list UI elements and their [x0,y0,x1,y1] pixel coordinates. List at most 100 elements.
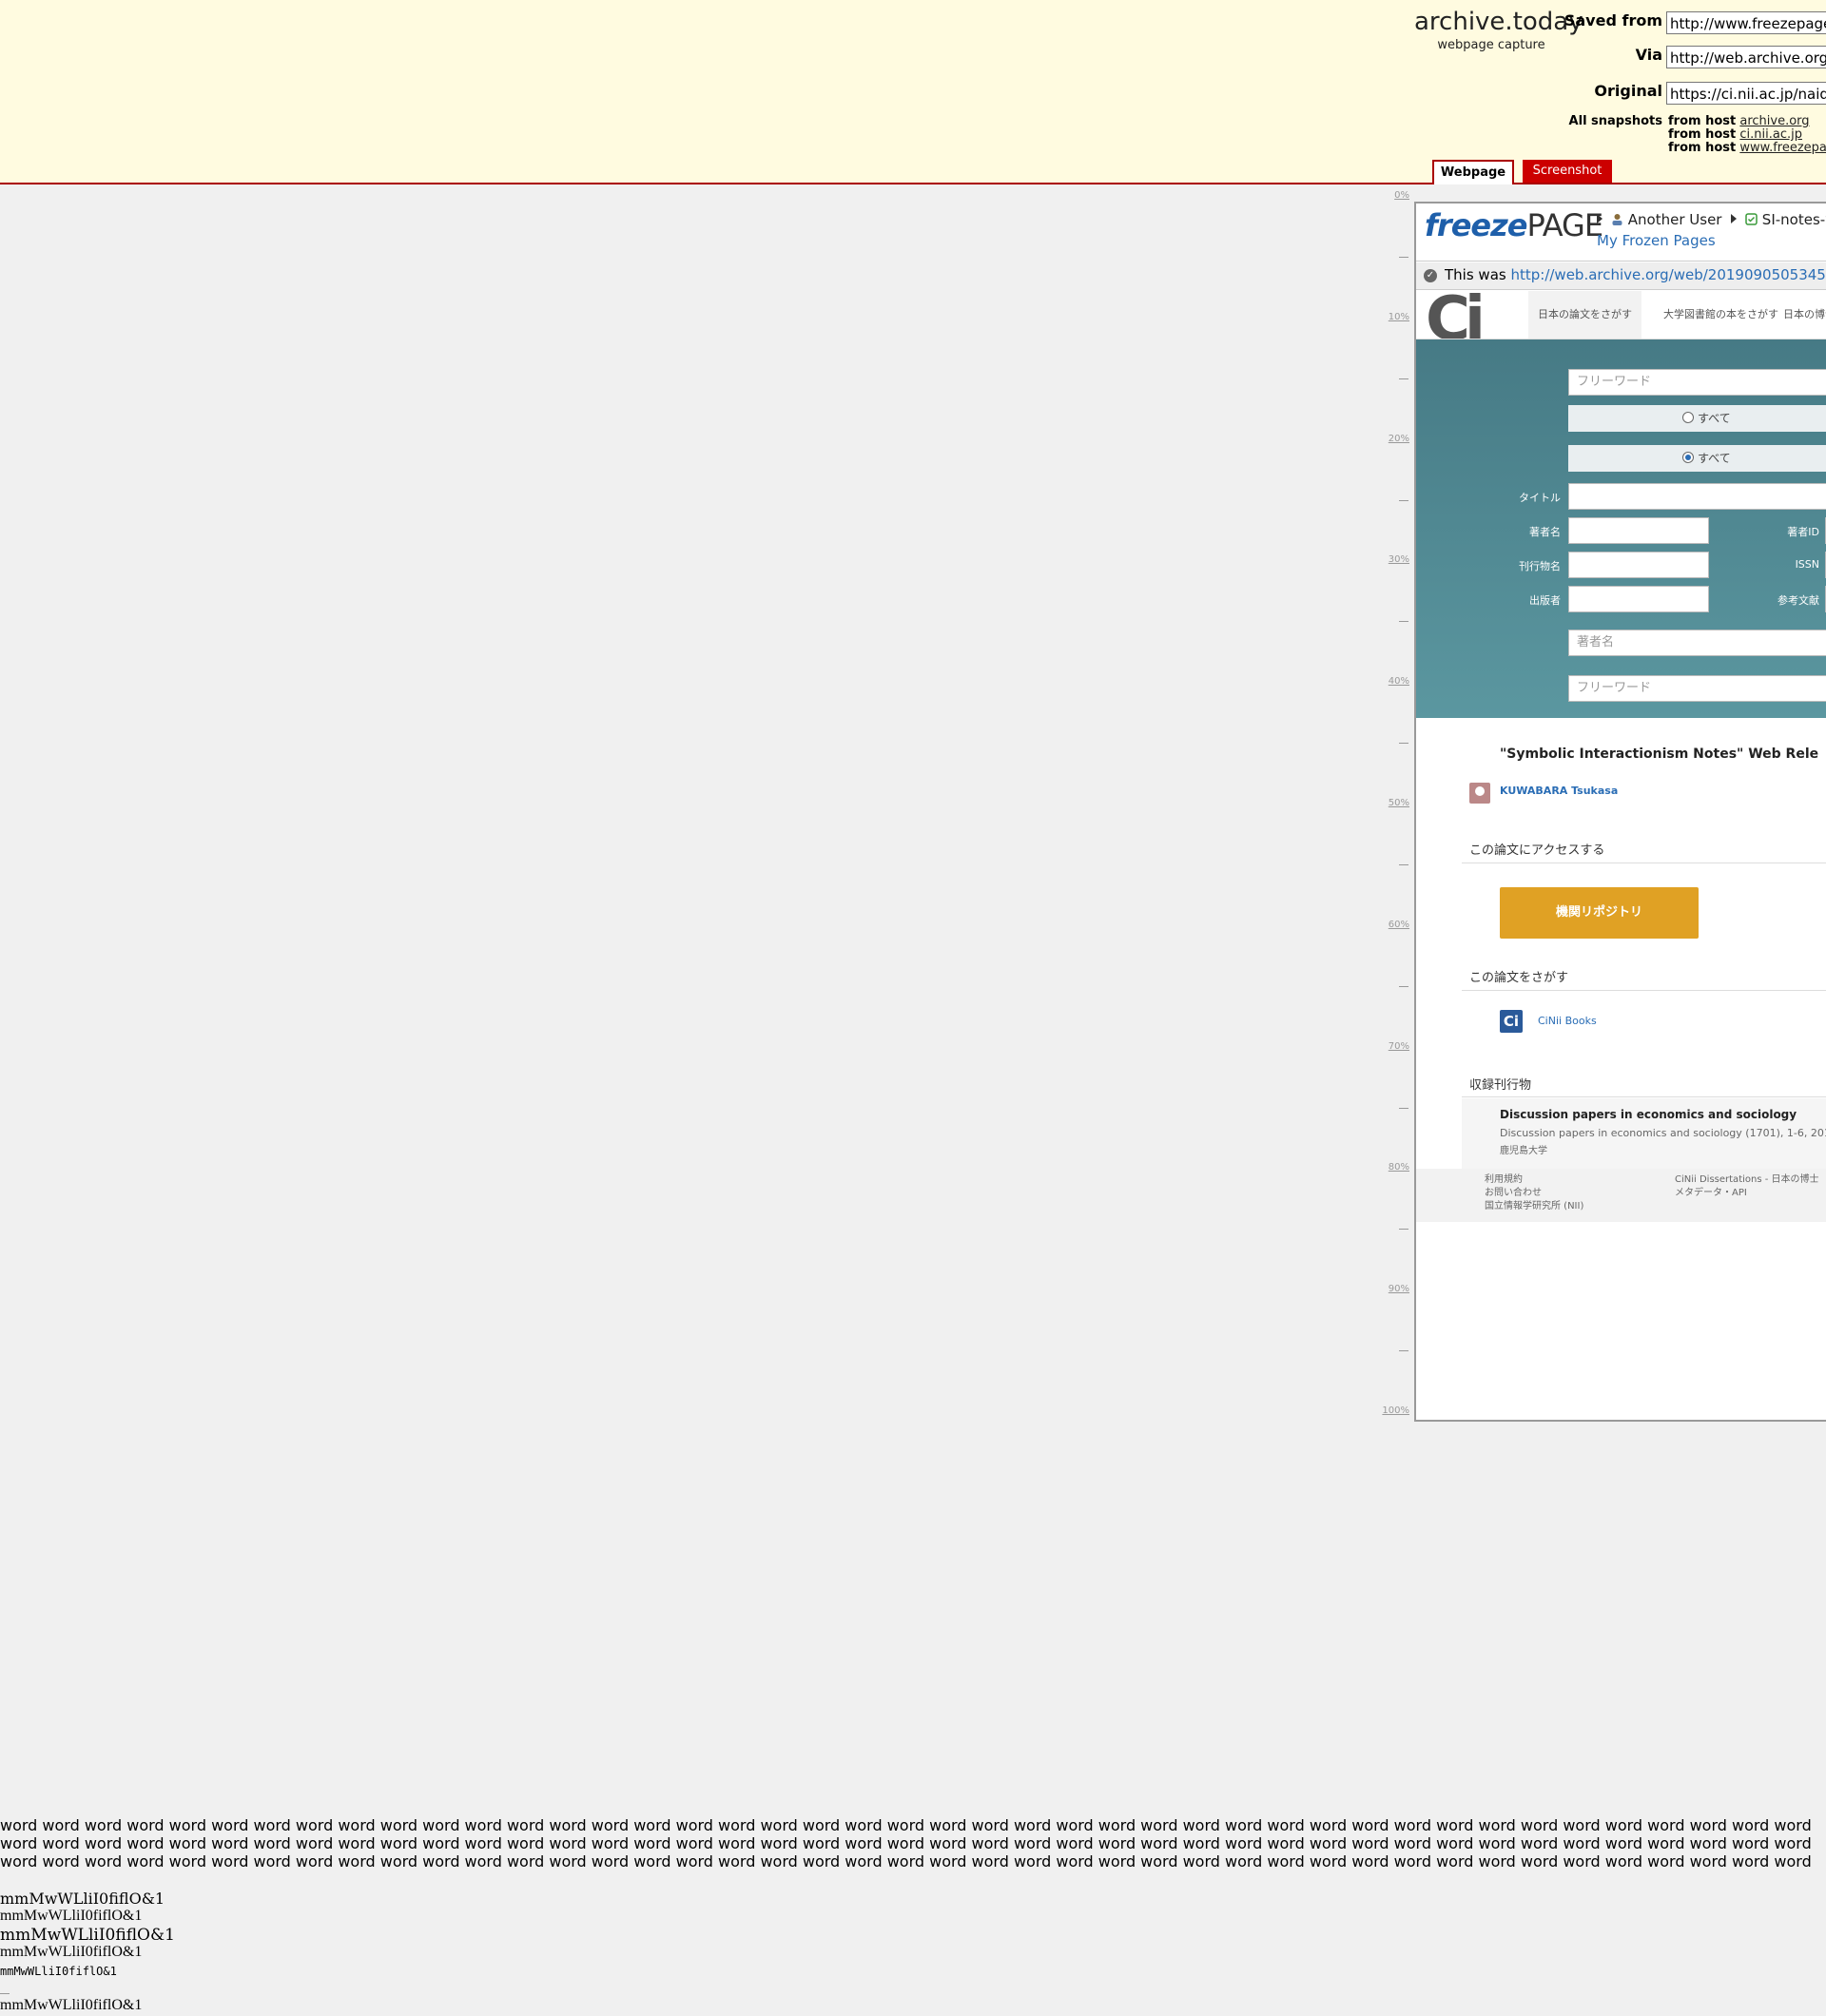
crumb-user[interactable]: Another User [1628,211,1722,228]
ruler-mark[interactable]: 0% [1370,190,1409,201]
article-content: "Symbolic Interactionism Notes" Web Rele… [1416,718,1826,1420]
publisher-label: 出版者 [1529,594,1561,607]
divider [1462,990,1826,991]
this-was-link[interactable]: http://web.archive.org/web/2019090505345… [1510,266,1826,283]
freeword-input[interactable]: フリーワード [1568,369,1826,396]
divider [1462,1096,1826,1097]
cinii-logo[interactable]: Ci [1416,291,1530,339]
snapshot-row: from host archive.org [1668,114,1810,128]
nav-tab-articles[interactable]: 日本の論文をさがす [1528,291,1641,339]
ruler-mark[interactable]: 50% [1370,798,1409,808]
author-label: 著者名 [1529,526,1561,538]
font-test-line: mmMwWLliI0fiflO&1 [0,1944,143,1960]
journal-meta: Discussion papers in economics and socio… [1500,1127,1826,1139]
font-test-line: mmMwWLliI0fiflO&1 [0,1997,143,2013]
ruler-mark[interactable]: 80% [1370,1162,1409,1173]
via-field[interactable]: http://web.archive.org/web/ [1666,46,1826,68]
ruler-mark[interactable]: 30% [1370,554,1409,565]
refs-label: 参考文献 [1777,594,1819,607]
title-label: タイトル [1519,492,1561,504]
radio-label: すべて [1698,452,1731,465]
snapshot-host-link[interactable]: www.freezepage [1739,141,1826,155]
nav-tab-books[interactable]: 大学図書館の本をさがす [1654,291,1788,339]
snapshot-prefix: from host [1668,141,1737,155]
snapshot-row: from host ci.nii.ac.jp [1668,127,1802,142]
via-label: Via [1635,46,1662,64]
ruler-mark[interactable]: 10% [1370,312,1409,322]
cinii-nav: Ci 日本の論文をさがす 大学図書館の本をさがす 日本の博士論文 [1416,291,1826,339]
search-panel: フリーワード すべて すべて タイトル 著者名 著者ID 刊行物名 ISSN 出… [1416,339,1826,718]
radio-row: すべて [1568,445,1826,472]
archive-title[interactable]: archive.today [1414,8,1583,36]
footer-api-link[interactable]: メタデータ・API [1675,1184,1747,1198]
footer-contact-link[interactable]: お問い合わせ [1485,1184,1542,1198]
title-input[interactable] [1568,483,1826,510]
crumb-page[interactable]: SI-notes-w [1762,211,1826,228]
my-frozen-pages-link[interactable]: My Frozen Pages [1597,232,1716,249]
journal-label: 刊行物名 [1519,560,1561,572]
ruler-tick [1399,256,1408,258]
divider [0,1993,10,1994]
freezepage-logo-freeze: freeze [1425,207,1527,243]
snapshot-prefix: from host [1668,114,1737,128]
snapshot-host-link[interactable]: ci.nii.ac.jp [1739,127,1802,142]
archive-header: archive.today webpage capture Saved from… [0,0,1826,184]
cinii-books-link[interactable]: CiNii Books [1538,1015,1597,1027]
snapshot-host-link[interactable]: archive.org [1739,114,1809,128]
word-paragraph: word word word word word word word word … [0,1816,1812,1873]
saved-from-field[interactable]: http://www.freezepage.com [1666,11,1826,34]
ruler-mark[interactable]: 70% [1370,1041,1409,1052]
user-icon [1612,214,1622,225]
captured-page-frame: freezePAGE Another User SI-notes-w My Fr… [1414,202,1826,1422]
radio-button[interactable] [1682,412,1694,423]
freezepage-breadcrumb: Another User SI-notes-w [1597,211,1826,228]
avatar [1469,783,1490,804]
this-was-text: This was http://web.archive.org/web/2019… [1445,266,1826,283]
footer-terms-link[interactable]: 利用規約 [1485,1171,1523,1185]
tab-webpage[interactable]: Webpage [1432,160,1514,184]
repository-button[interactable]: 機関リポジトリ [1500,887,1699,939]
journal-publisher: 鹿児島大学 [1500,1146,1547,1156]
issn-label: ISSN [1795,558,1819,571]
ruler-mark[interactable]: 60% [1370,920,1409,930]
all-snapshots-label: All snapshots [1568,114,1662,128]
font-test-line: mmMwWLliI0fiflO&1 [0,1890,165,1908]
ruler-tick [1399,743,1408,745]
ruler-mark[interactable]: 100% [1370,1405,1409,1416]
author-input[interactable] [1568,517,1709,544]
cinii-logo-text: Ci [1426,291,1486,339]
ruler-tick [1399,1107,1408,1109]
journal-title[interactable]: Discussion papers in economics and socio… [1500,1108,1797,1121]
original-field[interactable]: https://ci.nii.ac.jp/naid/12 [1666,82,1826,105]
access-heading: この論文にアクセスする [1469,843,1605,858]
archive-brand[interactable]: archive.today webpage capture [1414,8,1583,52]
radio-button-selected[interactable] [1682,452,1694,463]
saved-from-label: Saved from [1564,11,1662,29]
freezepage-logo[interactable]: freezePAGE [1425,207,1603,243]
cinii-footer: 利用規約 お問い合わせ 国立情報学研究所 (NII) CiNii Dissert… [1416,1169,1826,1222]
chevron-right-icon [1597,214,1603,223]
author-search-input[interactable]: 著者名 [1568,630,1826,656]
footer-dissertations-link[interactable]: CiNii Dissertations - 日本の博士 [1675,1171,1819,1185]
journal-input[interactable] [1568,552,1709,578]
publisher-input[interactable] [1568,586,1709,612]
ruler-mark[interactable]: 40% [1370,676,1409,687]
ruler-tick [1399,499,1408,501]
original-label: Original [1594,82,1662,100]
ruler-tick [1399,985,1408,987]
font-test-line: mmMwWLliI0fiflO&1 [0,1965,117,1978]
author-link[interactable]: KUWABARA Tsukasa [1500,785,1618,797]
tab-screenshot[interactable]: Screenshot [1523,160,1612,183]
radio-row: すべて [1568,405,1826,432]
ruler-tick [1399,863,1408,865]
footer-nii-link[interactable]: 国立情報学研究所 (NII) [1485,1197,1583,1212]
freeword2-input[interactable]: フリーワード [1568,675,1826,702]
journal-card[interactable]: Discussion papers in economics and socio… [1462,1098,1826,1169]
paper-title: "Symbolic Interactionism Notes" Web Rele [1500,746,1819,762]
ruler-mark[interactable]: 90% [1370,1284,1409,1294]
cinii-books-icon[interactable]: Ci [1500,1010,1523,1033]
ruler-mark[interactable]: 20% [1370,434,1409,444]
nav-tab-dissertations[interactable]: 日本の博士論文 [1774,291,1826,339]
freezepage-logo-page: PAGE [1526,207,1603,243]
font-test-line: mmMwWLliI0fiflO&1 [0,1926,175,1945]
